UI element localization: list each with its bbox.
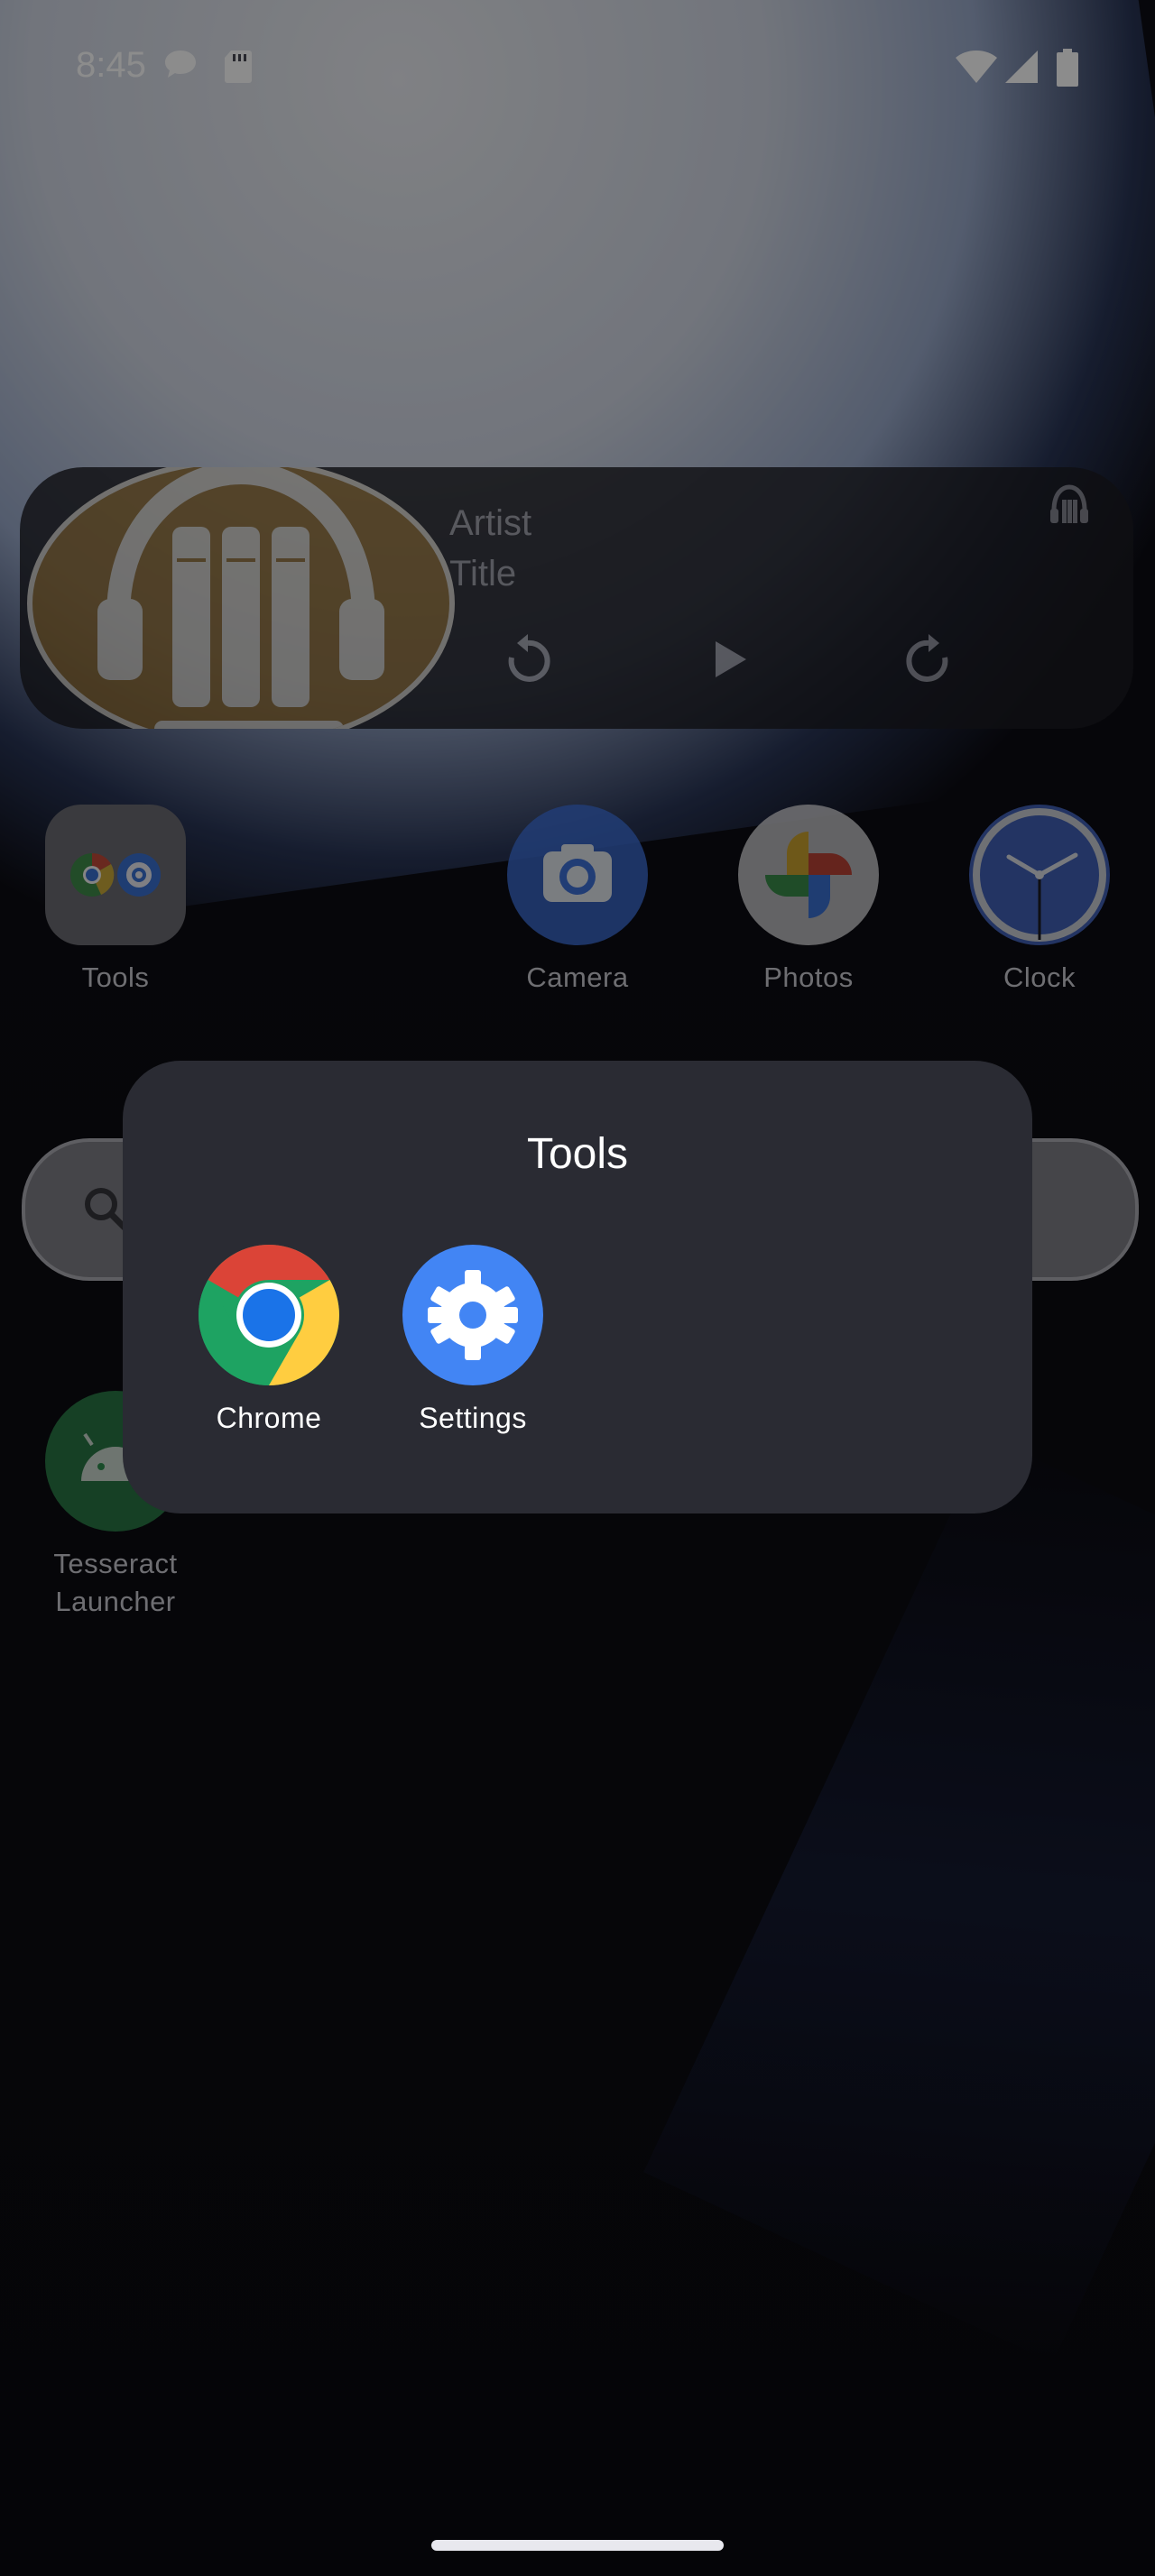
settings-gear-icon [402,1245,543,1385]
app-chrome[interactable]: Chrome [170,1245,368,1435]
app-label: Settings [419,1402,527,1434]
folder-title[interactable]: Tools [123,1129,1032,1179]
folder-popup: Tools Chrome Settings [123,1061,1032,1513]
app-label: Chrome [216,1402,322,1434]
app-settings[interactable]: Settings [374,1245,572,1435]
gesture-nav-handle[interactable] [431,2540,724,2551]
chrome-icon [199,1245,339,1385]
